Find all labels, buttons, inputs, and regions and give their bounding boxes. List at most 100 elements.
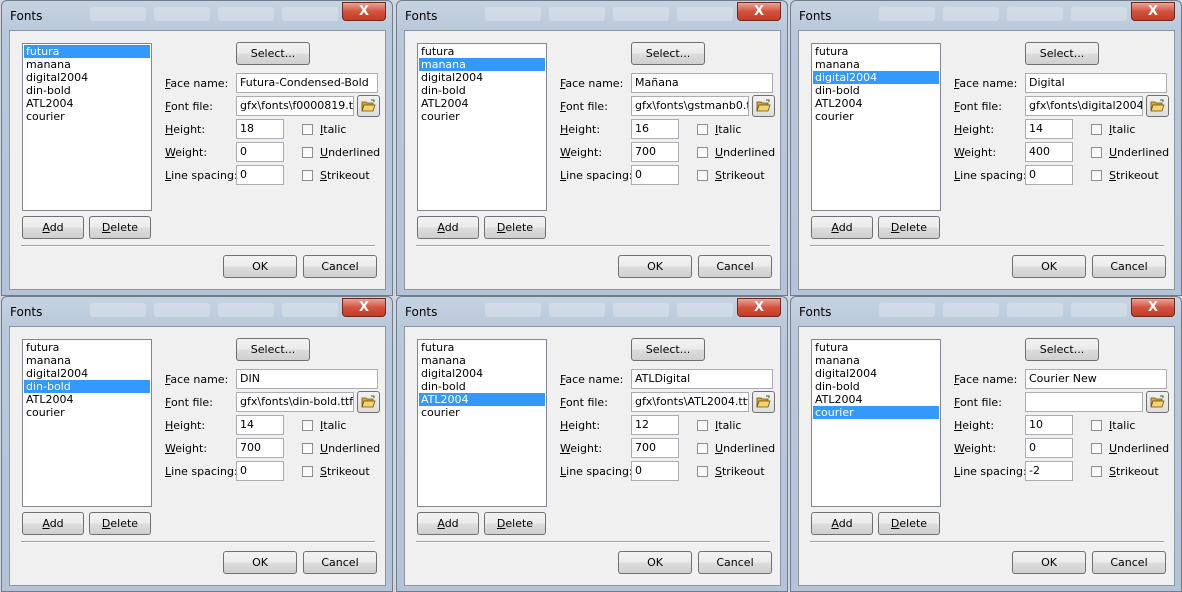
title-bar[interactable]: Fonts X (791, 297, 1181, 325)
height-input[interactable]: 16 (631, 119, 679, 139)
font-list-item[interactable]: din-bold (813, 380, 939, 393)
line-spacing-input[interactable]: 0 (236, 461, 284, 481)
font-file-input[interactable]: gfx\fonts\digital2004.ttf (1025, 96, 1143, 116)
add-button[interactable]: Add (417, 512, 479, 535)
close-button[interactable]: X (737, 298, 781, 317)
add-button[interactable]: Add (417, 216, 479, 239)
delete-button[interactable]: Delete (89, 216, 151, 239)
font-list-item[interactable]: manana (24, 354, 150, 367)
font-listbox[interactable]: futura manana digital2004 din-bold ATL2004 co… (417, 339, 547, 507)
add-button[interactable]: Add (22, 216, 84, 239)
font-list-item[interactable]: futura (24, 341, 150, 354)
face-name-input[interactable]: Digital (1025, 73, 1167, 93)
font-list-item[interactable]: courier (419, 110, 545, 123)
ok-button[interactable]: OK (223, 255, 297, 278)
underlined-checkbox[interactable] (697, 443, 708, 454)
open-folder-icon[interactable] (1146, 95, 1169, 117)
select-button[interactable]: Select... (1025, 338, 1099, 361)
line-spacing-input[interactable]: 0 (631, 165, 679, 185)
delete-button[interactable]: Delete (878, 512, 940, 535)
weight-input[interactable]: 0 (1025, 438, 1073, 458)
weight-input[interactable]: 400 (1025, 142, 1073, 162)
cancel-button[interactable]: Cancel (1092, 551, 1166, 574)
close-button[interactable]: X (342, 298, 386, 317)
underlined-checkbox[interactable] (697, 147, 708, 158)
height-input[interactable]: 14 (1025, 119, 1073, 139)
ok-button[interactable]: OK (618, 255, 692, 278)
italic-checkbox[interactable] (1091, 124, 1102, 135)
font-list-item[interactable]: ATL2004 (813, 393, 939, 406)
font-listbox[interactable]: futura manana digital2004 din-bold ATL2004 co… (811, 43, 941, 211)
cancel-button[interactable]: Cancel (303, 255, 377, 278)
font-file-input[interactable]: gfx\fonts\din-bold.ttf (236, 392, 354, 412)
italic-checkbox[interactable] (697, 124, 708, 135)
weight-input[interactable]: 0 (236, 142, 284, 162)
open-folder-icon[interactable] (752, 95, 775, 117)
font-list-item[interactable]: courier (813, 406, 939, 419)
font-list-item[interactable]: digital2004 (419, 71, 545, 84)
close-button[interactable]: X (1131, 2, 1175, 21)
font-list-item[interactable]: digital2004 (813, 367, 939, 380)
face-name-input[interactable]: ATLDigital (631, 369, 773, 389)
ok-button[interactable]: OK (1012, 255, 1086, 278)
font-list-item[interactable]: manana (419, 58, 545, 71)
font-list-item[interactable]: din-bold (24, 380, 150, 393)
height-input[interactable]: 18 (236, 119, 284, 139)
font-list-item[interactable]: futura (813, 341, 939, 354)
font-list-item[interactable]: futura (419, 45, 545, 58)
font-list-item[interactable]: futura (813, 45, 939, 58)
title-bar[interactable]: Fonts X (397, 297, 787, 325)
strikeout-checkbox[interactable] (697, 170, 708, 181)
strikeout-checkbox[interactable] (697, 466, 708, 477)
add-button[interactable]: Add (811, 512, 873, 535)
font-list-item[interactable]: din-bold (419, 380, 545, 393)
line-spacing-input[interactable]: 0 (1025, 165, 1073, 185)
delete-button[interactable]: Delete (878, 216, 940, 239)
font-listbox[interactable]: futura manana digital2004 din-bold ATL2004 co… (22, 43, 152, 211)
close-button[interactable]: X (737, 2, 781, 21)
font-list-item[interactable]: digital2004 (24, 71, 150, 84)
font-list-item[interactable]: courier (419, 406, 545, 419)
delete-button[interactable]: Delete (484, 512, 546, 535)
font-list-item[interactable]: courier (813, 110, 939, 123)
cancel-button[interactable]: Cancel (1092, 255, 1166, 278)
strikeout-checkbox[interactable] (302, 170, 313, 181)
ok-button[interactable]: OK (618, 551, 692, 574)
font-list-item[interactable]: ATL2004 (419, 393, 545, 406)
line-spacing-input[interactable]: 0 (236, 165, 284, 185)
open-folder-icon[interactable] (357, 391, 380, 413)
select-button[interactable]: Select... (236, 42, 310, 65)
delete-button[interactable]: Delete (484, 216, 546, 239)
font-list-item[interactable]: manana (813, 354, 939, 367)
face-name-input[interactable]: Mañana (631, 73, 773, 93)
font-listbox[interactable]: futura manana digital2004 din-bold ATL2004 co… (811, 339, 941, 507)
cancel-button[interactable]: Cancel (303, 551, 377, 574)
strikeout-checkbox[interactable] (1091, 466, 1102, 477)
add-button[interactable]: Add (811, 216, 873, 239)
underlined-checkbox[interactable] (1091, 147, 1102, 158)
font-list-item[interactable]: ATL2004 (24, 393, 150, 406)
font-list-item[interactable]: courier (24, 406, 150, 419)
title-bar[interactable]: Fonts X (2, 297, 392, 325)
open-folder-icon[interactable] (357, 95, 380, 117)
select-button[interactable]: Select... (631, 42, 705, 65)
font-file-input[interactable]: gfx\fonts\ATL2004.ttf (631, 392, 749, 412)
height-input[interactable]: 12 (631, 415, 679, 435)
italic-checkbox[interactable] (302, 420, 313, 431)
ok-button[interactable]: OK (1012, 551, 1086, 574)
select-button[interactable]: Select... (631, 338, 705, 361)
font-list-item[interactable]: ATL2004 (24, 97, 150, 110)
font-list-item[interactable]: futura (419, 341, 545, 354)
underlined-checkbox[interactable] (302, 147, 313, 158)
italic-checkbox[interactable] (302, 124, 313, 135)
weight-input[interactable]: 700 (236, 438, 284, 458)
select-button[interactable]: Select... (236, 338, 310, 361)
underlined-checkbox[interactable] (302, 443, 313, 454)
font-list-item[interactable]: futura (24, 45, 150, 58)
add-button[interactable]: Add (22, 512, 84, 535)
title-bar[interactable]: Fonts X (791, 1, 1181, 29)
height-input[interactable]: 14 (236, 415, 284, 435)
open-folder-icon[interactable] (1146, 391, 1169, 413)
select-button[interactable]: Select... (1025, 42, 1099, 65)
italic-checkbox[interactable] (697, 420, 708, 431)
